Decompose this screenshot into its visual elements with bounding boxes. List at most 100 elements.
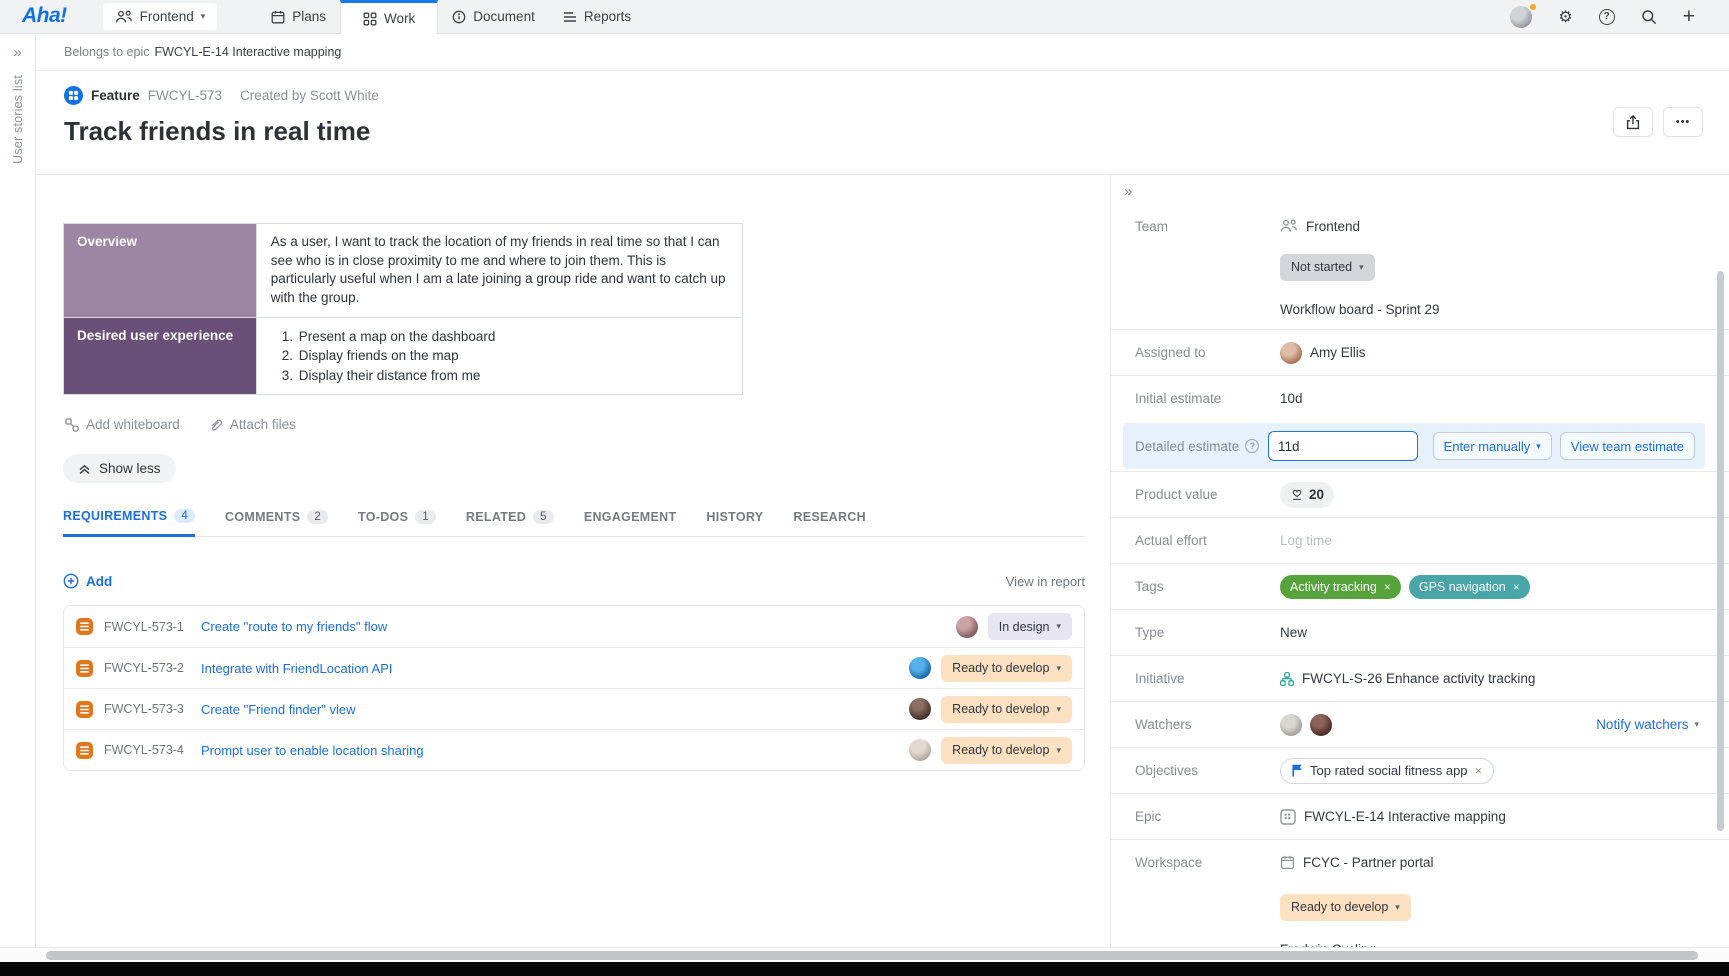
watcher-avatar[interactable] [1310, 714, 1332, 736]
assignee-avatar[interactable] [909, 657, 931, 679]
search-icon[interactable] [1641, 9, 1657, 25]
remove-objective-icon[interactable]: × [1475, 763, 1483, 778]
requirement-title-link[interactable]: Prompt user to enable location sharing [201, 743, 424, 758]
team-label: Team [1135, 219, 1280, 234]
assigned-to-value[interactable]: Amy Ellis [1310, 345, 1366, 360]
help-icon[interactable]: ? [1599, 9, 1615, 25]
calendar-icon [271, 10, 285, 24]
type-value[interactable]: New [1280, 625, 1703, 640]
actual-effort-label: Actual effort [1135, 533, 1280, 548]
table-row: Desired user experience Present a map on… [64, 317, 743, 395]
requirement-title-link[interactable]: Create "route to my friends" flow [201, 619, 387, 634]
expand-panel-icon[interactable]: » [13, 44, 21, 61]
workflow-status-dropdown[interactable]: Ready to develop ▾ [1280, 894, 1411, 921]
initiative-link[interactable]: FWCYL-S-26 Enhance activity tracking [1302, 671, 1535, 686]
requirement-title-link[interactable]: Create "Friend finder" view [201, 702, 355, 717]
assignee-avatar[interactable] [956, 616, 978, 638]
breadcrumb: Belongs to epic FWCYL-E-14 Interactive m… [36, 34, 1729, 71]
dux-header-cell: Desired user experience [64, 317, 257, 395]
table-row: Overview As a user, I want to track the … [64, 224, 743, 318]
more-options-button[interactable]: ••• [1663, 107, 1703, 137]
notify-watchers-dropdown[interactable]: Notify watchers ▾ [1596, 717, 1699, 732]
feature-status-dropdown[interactable]: Not started ▾ [1280, 254, 1375, 281]
workspace-label: Frontend [140, 9, 194, 24]
settings-gear-icon[interactable]: ⚙ [1558, 7, 1572, 27]
add-whiteboard-button[interactable]: Add whiteboard [65, 417, 180, 432]
vertical-scrollbar[interactable] [1717, 271, 1724, 831]
assignee-avatar[interactable] [909, 739, 931, 761]
view-in-report-link[interactable]: View in report [1006, 574, 1085, 589]
requirement-title-link[interactable]: Integrate with FriendLocation API [201, 661, 393, 676]
collapse-sidebar-icon[interactable]: » [1111, 183, 1729, 207]
requirement-id: FWCYL-573-2 [104, 661, 190, 675]
overview-text-cell: As a user, I want to track the location … [256, 224, 742, 318]
nav-item-document[interactable]: Document [438, 0, 549, 33]
tag-pill[interactable]: Activity tracking × [1280, 575, 1401, 599]
grid-icon [363, 12, 377, 26]
requirement-status-dropdown[interactable]: Ready to develop ▾ [941, 737, 1072, 764]
detailed-estimate-label: Detailed estimate [1135, 439, 1239, 454]
horizontal-scrollbar[interactable] [46, 951, 1698, 960]
tab-engagement[interactable]: ENGAGEMENT [584, 509, 677, 536]
team-value[interactable]: Frontend [1306, 219, 1360, 234]
requirement-status-dropdown[interactable]: Ready to develop ▾ [941, 696, 1072, 723]
enter-manually-dropdown[interactable]: Enter manually ▾ [1433, 432, 1552, 460]
record-reference: FWCYL-573 [148, 88, 222, 103]
paperclip-icon [208, 417, 223, 432]
flag-icon [1292, 764, 1303, 777]
chevron-down-icon: ▾ [1536, 442, 1541, 451]
share-button[interactable] [1613, 107, 1653, 137]
nav-item-reports[interactable]: Reports [549, 0, 645, 33]
tag-pill[interactable]: GPS navigation × [1409, 575, 1530, 599]
requirement-row[interactable]: FWCYL-573-1 Create "route to my friends"… [64, 606, 1084, 647]
requirement-row[interactable]: FWCYL-573-2 Integrate with FriendLocatio… [64, 647, 1084, 688]
add-requirement-button[interactable]: Add [63, 573, 112, 589]
watchers-label: Watchers [1135, 717, 1280, 732]
tab-comments[interactable]: COMMENTS 2 [225, 509, 328, 536]
objective-pill[interactable]: Top rated social fitness app × [1280, 758, 1494, 784]
requirement-status-dropdown[interactable]: In design ▾ [988, 613, 1072, 640]
requirement-row[interactable]: FWCYL-573-4 Prompt user to enable locati… [64, 729, 1084, 770]
add-new-icon[interactable]: + [1683, 5, 1695, 29]
aha-logo[interactable]: Aha! [0, 0, 85, 33]
report-lines-icon [563, 11, 577, 23]
workspace-link[interactable]: FCYC - Partner portal [1303, 855, 1434, 870]
tab-research[interactable]: RESEARCH [793, 509, 866, 536]
circle-plus-icon [63, 573, 79, 589]
requirement-icon [76, 660, 93, 677]
epic-icon [1280, 809, 1296, 825]
breadcrumb-epic-link[interactable]: FWCYL-E-14 Interactive mapping [154, 45, 341, 59]
view-team-estimate-button[interactable]: View team estimate [1560, 432, 1695, 460]
nav-item-plans[interactable]: Plans [257, 0, 340, 33]
requirement-icon [76, 618, 93, 635]
requirement-status-dropdown[interactable]: Ready to develop ▾ [941, 655, 1072, 682]
detailed-estimate-input[interactable] [1268, 431, 1418, 461]
epic-link[interactable]: FWCYL-E-14 Interactive mapping [1304, 809, 1506, 824]
horizontal-scrollbar-track [0, 947, 1729, 962]
user-avatar[interactable] [1510, 6, 1532, 28]
log-time-field[interactable]: Log time [1280, 533, 1703, 548]
user-stories-panel-title: User stories list [11, 75, 25, 164]
requirement-row[interactable]: FWCYL-573-3 Create "Friend finder" view … [64, 688, 1084, 729]
bottom-bar [0, 962, 1729, 976]
tab-history[interactable]: HISTORY [706, 509, 763, 536]
tab-related[interactable]: RELATED 5 [466, 509, 554, 536]
workspace-switcher[interactable]: Frontend ▾ [103, 3, 218, 30]
remove-tag-icon[interactable]: × [1513, 580, 1520, 594]
tab-count-badge: 4 [174, 509, 195, 523]
attach-files-button[interactable]: Attach files [208, 417, 296, 432]
watcher-avatar[interactable] [1280, 714, 1302, 736]
help-icon[interactable]: ? [1245, 439, 1259, 453]
nav-item-work[interactable]: Work [340, 0, 438, 34]
team-icon [1280, 219, 1298, 233]
sprint-link[interactable]: Workflow board - Sprint 29 [1280, 302, 1440, 317]
tab-requirements[interactable]: REQUIREMENTS 4 [63, 509, 195, 537]
requirement-icon [76, 701, 93, 718]
assignee-avatar[interactable] [909, 698, 931, 720]
show-less-button[interactable]: Show less [63, 454, 176, 483]
tab-todos[interactable]: TO-DOS 1 [358, 509, 436, 536]
initial-estimate-value[interactable]: 10d [1280, 391, 1703, 406]
dux-item: Present a map on the dashboard [297, 327, 728, 347]
product-value-pill[interactable]: 20 [1280, 482, 1334, 508]
remove-tag-icon[interactable]: × [1384, 580, 1391, 594]
